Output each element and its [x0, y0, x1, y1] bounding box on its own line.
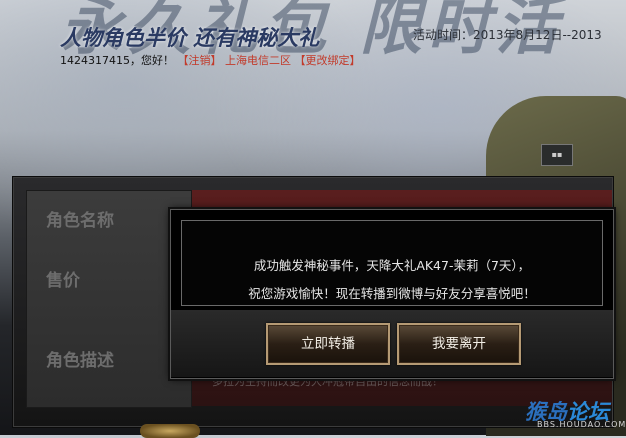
leave-button[interactable]: 我要离开: [397, 323, 521, 365]
logout-link[interactable]: 【注销】: [178, 54, 222, 67]
label-character-description: 角色描述: [46, 351, 114, 371]
dialog-button-bar: [171, 310, 613, 377]
relay-to-weibo-button[interactable]: 立即转播: [266, 323, 390, 365]
change-binding-link[interactable]: 【更改绑定】: [295, 54, 361, 67]
label-character-name: 角色名称: [46, 211, 114, 231]
user-greeting-line: 1424317415，您好！ 【注销】 上海电信二区 【更改绑定】: [60, 52, 361, 68]
bottom-item-graphic: [140, 424, 200, 438]
label-price: 售价: [46, 271, 80, 291]
banner-subtitle: 人物角色半价 还有神秘大礼: [60, 26, 320, 50]
shoulder-patch-icon: ▪▪: [541, 144, 573, 166]
user-id-greeting: 1424317415，您好！: [60, 54, 174, 67]
event-dialog: 成功触发神秘事件，天降大礼AK47-茉莉（7天）， 祝您游戏愉快！现在转播到微博…: [170, 209, 614, 379]
activity-time: 活动时间：2013年8月12日--2013: [413, 28, 602, 42]
forum-watermark: 猴岛论坛 BBS.HOUDAO.COM: [525, 396, 625, 429]
server-name: 上海电信二区: [225, 54, 291, 67]
watermark-domain: BBS.HOUDAO.COM: [537, 420, 626, 429]
dialog-message-line2: 祝您游戏愉快！现在转播到微博与好友分享喜悦吧！: [248, 286, 536, 301]
dialog-message-box: 成功触发神秘事件，天降大礼AK47-茉莉（7天）， 祝您游戏愉快！现在转播到微博…: [181, 220, 603, 306]
dialog-message-line1: 成功触发神秘事件，天降大礼AK47-茉莉（7天），: [253, 258, 531, 273]
